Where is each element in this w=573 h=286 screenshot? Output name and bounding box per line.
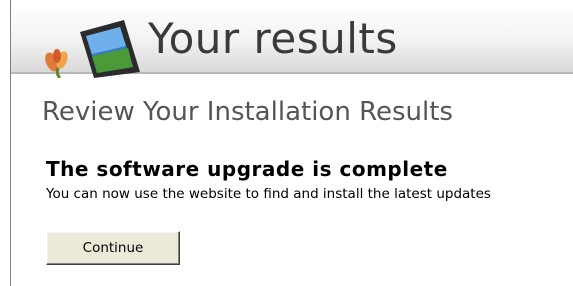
header-banner: Your results: [11, 4, 573, 78]
status-heading: The software upgrade is complete: [46, 157, 448, 181]
windows-tablet-icon: [45, 20, 140, 78]
page-title: Your results: [148, 14, 398, 63]
section-subtitle: Review Your Installation Results: [42, 97, 453, 127]
continue-button[interactable]: Continue: [46, 231, 180, 265]
status-description: You can now use the website to find and …: [46, 186, 491, 202]
